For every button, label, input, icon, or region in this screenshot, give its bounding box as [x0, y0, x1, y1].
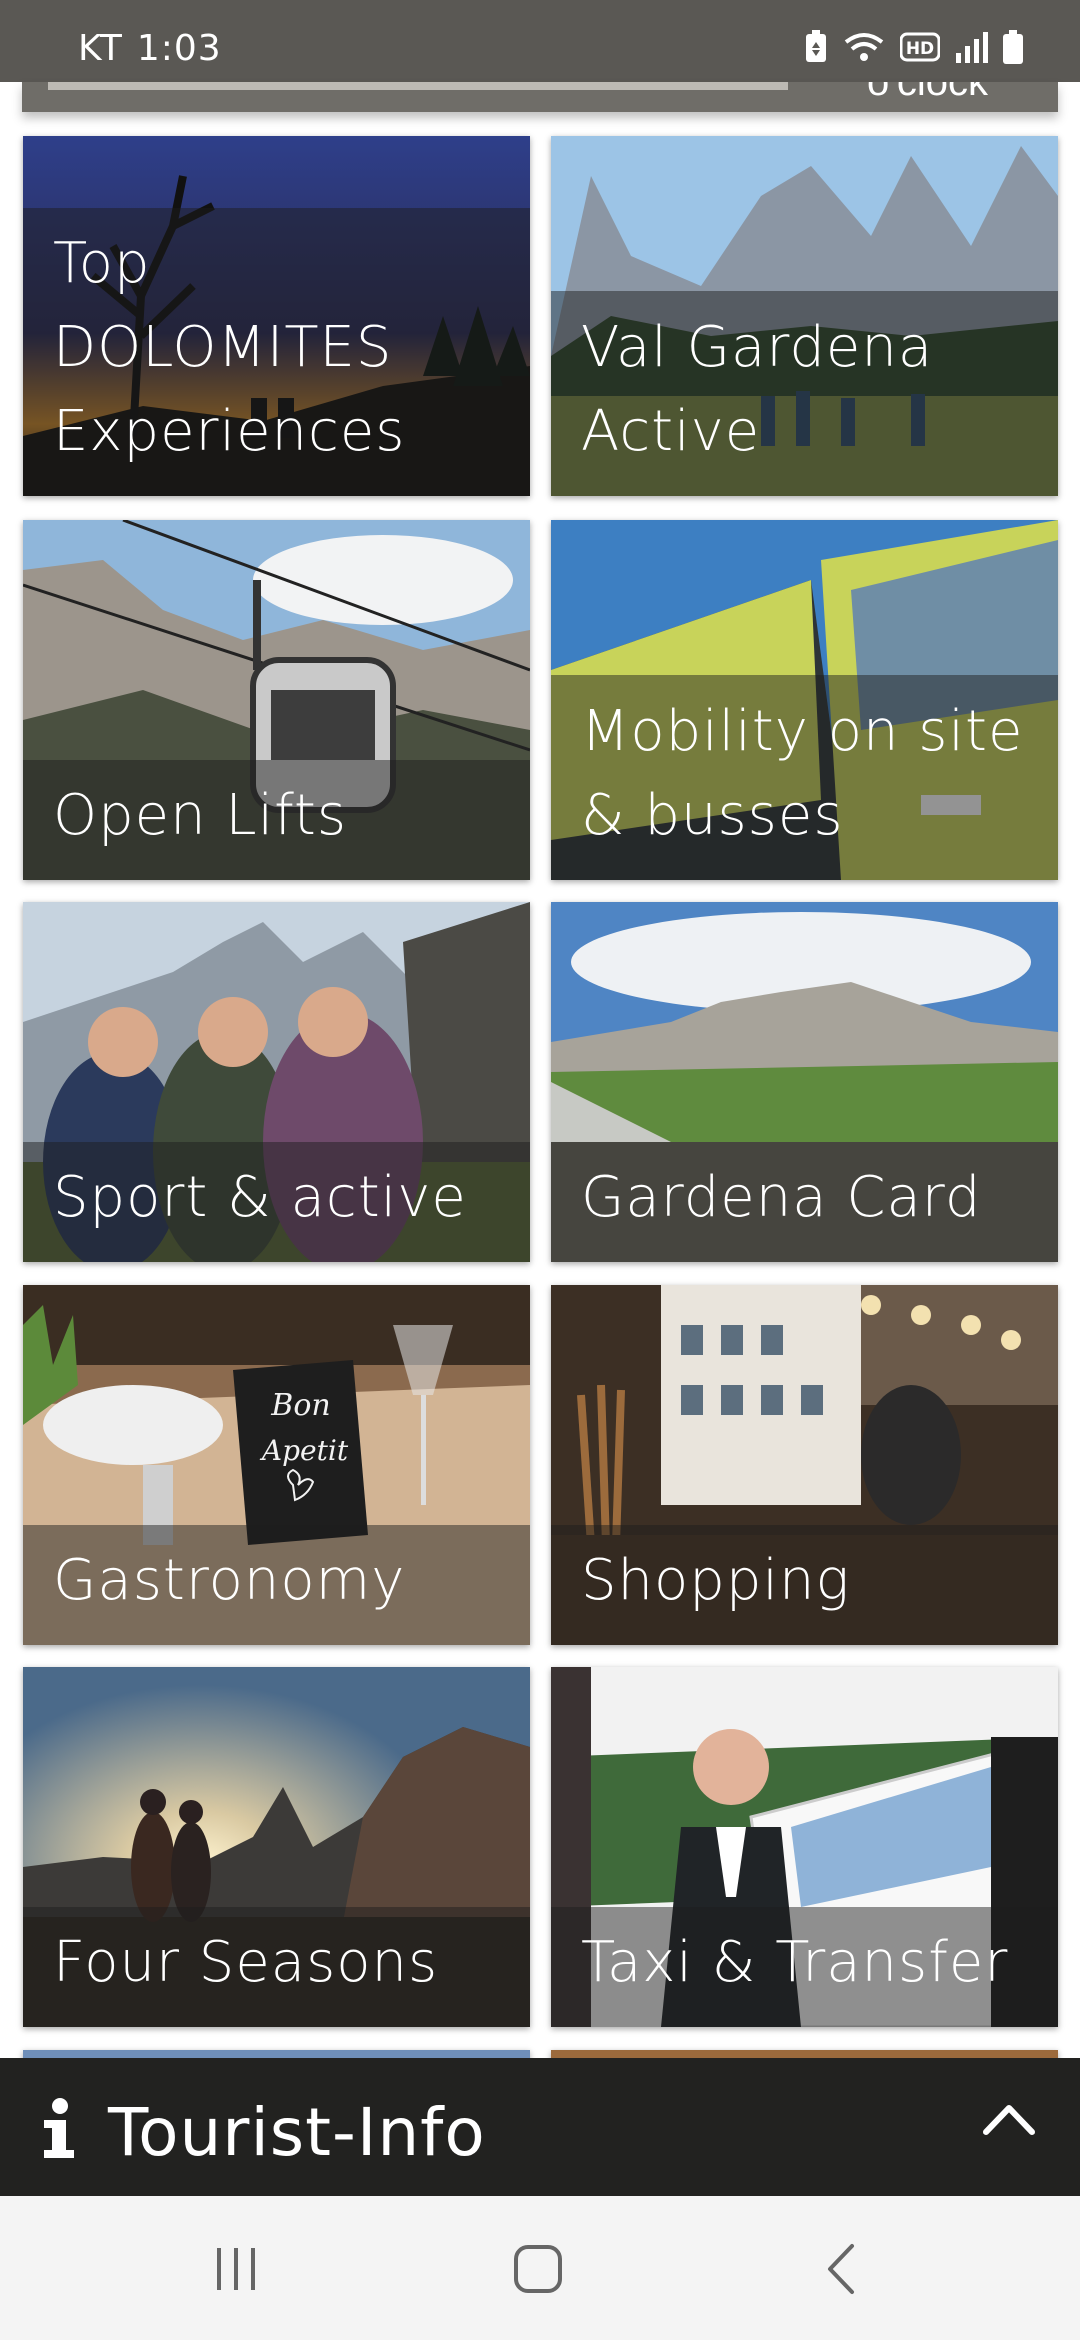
tile-label: Taxi & Transfer: [581, 1930, 1009, 1995]
tile-label: Four Seasons: [53, 1930, 439, 1995]
recent-apps-button[interactable]: [196, 2234, 276, 2304]
tile-open-lifts[interactable]: Open Lifts: [23, 520, 530, 880]
back-button[interactable]: [802, 2234, 882, 2304]
tile-shopping[interactable]: Shopping: [551, 1285, 1058, 1645]
tile-gastronomy[interactable]: Bon Apetit Gastronomy: [23, 1285, 530, 1645]
tile-label: Top DOLOMITES Experiences: [53, 231, 406, 464]
tile-val-gardena-active[interactable]: Val Gardena Active: [551, 136, 1058, 496]
tile-label: Open Lifts: [53, 783, 347, 848]
back-icon: [828, 2244, 854, 2294]
tile-gardena-card[interactable]: Gardena Card: [551, 902, 1058, 1262]
svg-text:Apetit: Apetit: [259, 1434, 349, 1467]
chevron-up-icon[interactable]: [982, 2102, 1036, 2136]
tile-label: Gastronomy: [53, 1548, 406, 1613]
tile-label: Gardena Card: [581, 1165, 982, 1230]
tile-label: Val Gardena Active: [581, 315, 934, 464]
home-button[interactable]: [498, 2234, 578, 2304]
tourist-info-bar[interactable]: Tourist-Info: [0, 2058, 1080, 2196]
tile-four-seasons[interactable]: Four Seasons: [23, 1667, 530, 2027]
info-icon: [44, 2098, 74, 2158]
tile-sport-active[interactable]: Sport & active: [23, 902, 530, 1262]
svg-text:Bon: Bon: [270, 1388, 330, 1423]
tile-mobility-busses[interactable]: Mobility on site & busses: [551, 520, 1058, 880]
tile-taxi-transfer[interactable]: Taxi & Transfer: [551, 1667, 1058, 2027]
navigation-bar: [0, 2196, 1080, 2340]
home-icon: [514, 2245, 562, 2293]
tile-top-dolomites[interactable]: Top DOLOMITES Experiences: [23, 136, 530, 496]
tile-label: Sport & active: [53, 1165, 467, 1230]
recent-apps-icon: [217, 2248, 255, 2290]
tile-label: Shopping: [581, 1548, 851, 1613]
tourist-info-title: Tourist-Info: [108, 2094, 486, 2171]
category-grid: Top DOLOMITES Experiences Val Gardena Ac…: [0, 0, 1080, 2340]
tile-label: Mobility on site & busses: [581, 699, 1024, 848]
